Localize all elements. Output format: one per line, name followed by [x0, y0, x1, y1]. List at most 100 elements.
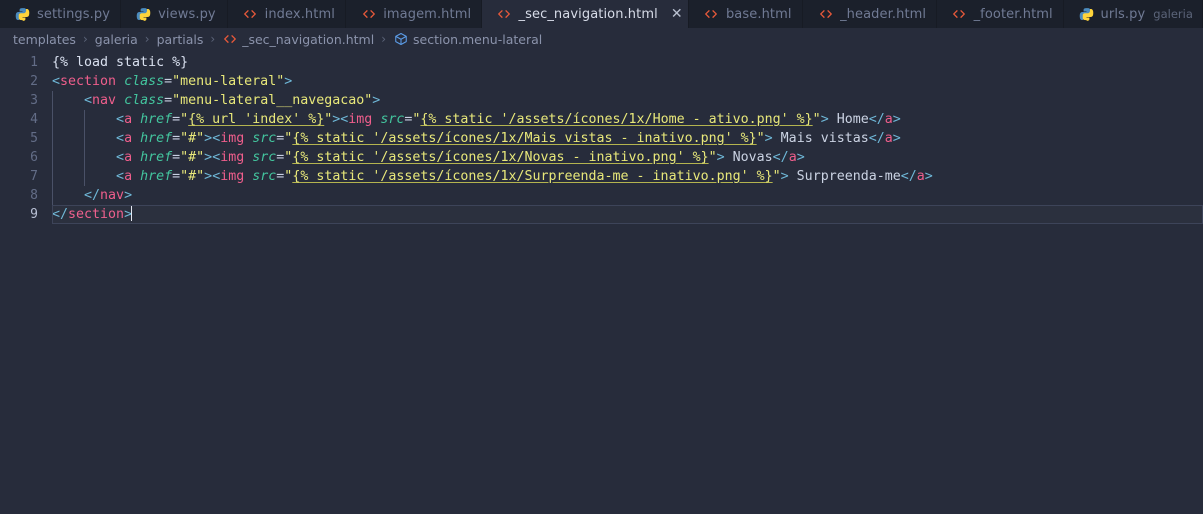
token-punct: > — [204, 150, 213, 165]
token-eq: = — [164, 93, 173, 108]
tab-label: views.py — [158, 6, 216, 22]
breadcrumb-label: templates — [13, 31, 76, 47]
token-tag: a — [916, 169, 925, 184]
breadcrumb-separator-icon: › — [210, 32, 216, 46]
line-content: <a href="{% url 'index' %}"><img src="{%… — [52, 110, 1203, 129]
indent-guide — [52, 186, 53, 205]
breadcrumb: templates › galeria › partials › _sec_na… — [0, 28, 1203, 50]
tab-urls-py[interactable]: urls.py galeria — [1063, 0, 1203, 28]
token-attr: class — [124, 74, 165, 89]
token-eq: = — [164, 74, 173, 89]
token-tag: a — [124, 112, 133, 127]
line-content: <a href="#"><img src="{% static '/assets… — [52, 167, 1203, 186]
breadcrumb-label: _sec_navigation.html — [242, 31, 375, 47]
token-punct: < — [116, 112, 125, 127]
token-punct: </ — [52, 207, 69, 222]
code-line[interactable]: 7 <a href="#"><img src="{% static '/asse… — [0, 167, 1203, 186]
tab-sec-navigation-html[interactable]: _sec_navigation.html ✕ — [481, 0, 689, 28]
token-punct: > — [780, 169, 789, 184]
token-punct: > — [204, 169, 213, 184]
editor-tab-bar: settings.py views.py index.html imagem.h… — [0, 0, 1203, 28]
token-punct: > — [716, 150, 725, 165]
line-content: <a href="#"><img src="{% static '/assets… — [52, 148, 1203, 167]
token-eq: = — [172, 112, 181, 127]
breadcrumb-item-sec-navigation-html[interactable]: _sec_navigation.html — [221, 32, 375, 47]
tab-header-html[interactable]: _header.html — [803, 0, 937, 28]
code-line[interactable]: 8 </nav> — [0, 186, 1203, 205]
breadcrumb-separator-icon: › — [144, 32, 150, 46]
token-attr: href — [140, 150, 173, 165]
breadcrumb-item-section-menu-lateral[interactable]: section.menu-lateral — [392, 32, 543, 47]
token-string: "#" — [180, 169, 205, 184]
breadcrumb-item-partials[interactable]: partials — [156, 32, 205, 47]
tab-imagem-html[interactable]: imagem.html — [346, 0, 482, 28]
token-tag: a — [884, 131, 893, 146]
token-django-template: {% static '/assets/ícones/1x/Mais vistas… — [292, 131, 757, 146]
code-editor[interactable]: 1 {% load static %} 2 <section class="me… — [0, 50, 1203, 514]
code-area[interactable]: 1 {% load static %} 2 <section class="me… — [0, 50, 1203, 224]
token-tag: img — [220, 150, 245, 165]
line-content: <a href="#"><img src="{% static '/assets… — [52, 129, 1203, 148]
token-string: "#" — [180, 131, 205, 146]
tab-views-py[interactable]: views.py — [121, 0, 228, 28]
html-icon — [497, 7, 512, 22]
token-punct: > — [764, 131, 773, 146]
token-punct: < — [116, 150, 125, 165]
token-punct: < — [84, 93, 93, 108]
token-tag: a — [884, 112, 893, 127]
token-django-template: {% static '/assets/ícones/1x/Home - ativ… — [420, 112, 813, 127]
code-line[interactable]: 2 <section class="menu-lateral"> — [0, 72, 1203, 91]
line-number: 2 — [30, 74, 38, 89]
line-number: 6 — [30, 150, 38, 165]
token-tag: section — [68, 207, 125, 222]
token-punct: </ — [84, 188, 101, 203]
token-attr: href — [140, 169, 173, 184]
indent-guide — [84, 129, 85, 148]
breadcrumb-item-templates[interactable]: templates — [12, 32, 77, 47]
indent-guide — [52, 129, 53, 148]
html-icon — [361, 7, 376, 22]
html-icon — [952, 7, 967, 22]
token-django-template: {% url 'index' %} — [188, 112, 325, 127]
token-attr: class — [124, 93, 165, 108]
line-number: 5 — [30, 131, 38, 146]
token-attr: href — [140, 112, 173, 127]
token-quote: " — [772, 169, 781, 184]
indent-guide — [52, 167, 53, 186]
breadcrumb-item-galeria[interactable]: galeria — [94, 32, 139, 47]
line-number: 7 — [30, 169, 38, 184]
token-eq: = — [172, 150, 181, 165]
token-text: Mais vistas — [772, 131, 869, 146]
token-punct: > — [924, 169, 933, 184]
code-line[interactable]: 4 <a href="{% url 'index' %}"><img src="… — [0, 110, 1203, 129]
code-line[interactable]: 1 {% load static %} — [0, 53, 1203, 72]
indent-guide — [84, 110, 85, 129]
line-number: 1 — [30, 55, 38, 70]
tab-index-html[interactable]: index.html — [227, 0, 347, 28]
token-punct: </ — [772, 150, 789, 165]
token-punct: < — [212, 131, 221, 146]
token-punct: < — [52, 74, 61, 89]
token-text: Surpreenda-me — [788, 169, 901, 184]
breadcrumb-separator-icon: › — [82, 32, 88, 46]
code-line[interactable]: 5 <a href="#"><img src="{% static '/asse… — [0, 129, 1203, 148]
token-punct: > — [796, 150, 805, 165]
token-punct: < — [116, 131, 125, 146]
token-eq: = — [172, 169, 181, 184]
code-line-active[interactable]: 9 </section> — [0, 205, 1203, 224]
line-content: <nav class="menu-lateral__navegacao"> — [52, 91, 1203, 110]
line-content: </section> — [52, 205, 1203, 224]
indent-guide — [52, 91, 53, 110]
indent-guide — [84, 167, 85, 186]
close-icon[interactable]: ✕ — [671, 7, 683, 21]
code-line[interactable]: 6 <a href="#"><img src="{% static '/asse… — [0, 148, 1203, 167]
token-tag: nav — [100, 188, 125, 203]
line-number: 3 — [30, 93, 38, 108]
python-icon — [136, 7, 151, 22]
code-line[interactable]: 3 <nav class="menu-lateral__navegacao"> — [0, 91, 1203, 110]
tab-base-html[interactable]: base.html — [688, 0, 804, 28]
indent-guide — [52, 148, 53, 167]
token-punct: > — [820, 112, 829, 127]
tab-footer-html[interactable]: _footer.html — [936, 0, 1064, 28]
tab-settings-py[interactable]: settings.py — [0, 0, 122, 28]
